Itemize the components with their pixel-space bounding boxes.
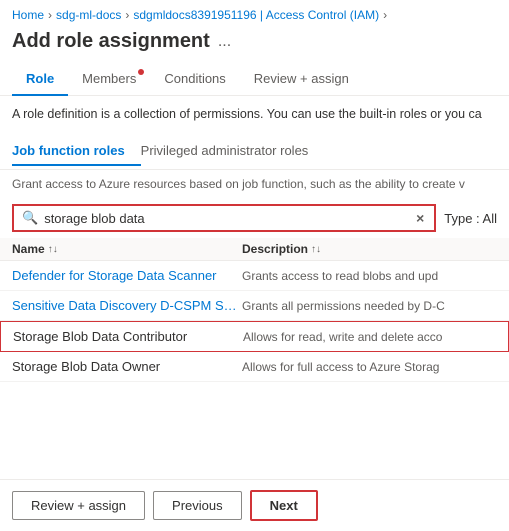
next-button[interactable]: Next bbox=[250, 490, 318, 521]
col-name-label: Name bbox=[12, 242, 45, 256]
roles-table: Name ↑↓ Description ↑↓ Defender for Stor… bbox=[0, 238, 509, 382]
breadcrumb: Home › sdg-ml-docs › sdgmldocs8391951196… bbox=[0, 0, 509, 26]
main-content: Home › sdg-ml-docs › sdgmldocs8391951196… bbox=[0, 0, 509, 531]
members-dot bbox=[138, 69, 144, 75]
breadcrumb-sep-3: › bbox=[383, 8, 387, 22]
grant-text: Grant access to Azure resources based on… bbox=[0, 170, 509, 199]
breadcrumb-iam[interactable]: sdgmldocs8391951196 | Access Control (IA… bbox=[133, 8, 379, 22]
type-filter[interactable]: Type : All bbox=[444, 211, 497, 226]
role-type-tab-privileged[interactable]: Privileged administrator roles bbox=[141, 137, 325, 166]
breadcrumb-sep-2: › bbox=[125, 8, 129, 22]
breadcrumb-sep-1: › bbox=[48, 8, 52, 22]
role-type-tab-job-label: Job function roles bbox=[12, 143, 125, 158]
table-row[interactable]: Sensitive Data Discovery D-CSPM Scanner … bbox=[0, 291, 509, 321]
page-title: Add role assignment bbox=[12, 30, 210, 53]
page-title-dots: ... bbox=[218, 33, 231, 51]
tab-role[interactable]: Role bbox=[12, 63, 68, 96]
col-desc-label: Description bbox=[242, 242, 308, 256]
role-type-tab-bar: Job function roles Privileged administra… bbox=[0, 131, 509, 170]
tab-conditions[interactable]: Conditions bbox=[150, 63, 239, 96]
role-type-tab-job-function[interactable]: Job function roles bbox=[12, 137, 141, 166]
footer: Review + assign Previous Next bbox=[0, 479, 509, 531]
tab-bar: Role Members Conditions Review + assign bbox=[0, 63, 509, 96]
row-desc-0: Grants access to read blobs and upd bbox=[242, 269, 497, 283]
row-desc-3: Allows for full access to Azure Storag bbox=[242, 360, 497, 374]
table-row[interactable]: Defender for Storage Data Scanner Grants… bbox=[0, 261, 509, 291]
tab-members[interactable]: Members bbox=[68, 63, 150, 96]
desc-sort-icon[interactable]: ↑↓ bbox=[311, 244, 321, 255]
row-name-0[interactable]: Defender for Storage Data Scanner bbox=[12, 268, 242, 283]
tab-members-label: Members bbox=[82, 71, 136, 86]
breadcrumb-home[interactable]: Home bbox=[12, 8, 44, 22]
tab-review-assign[interactable]: Review + assign bbox=[240, 63, 363, 96]
role-type-tab-privileged-label: Privileged administrator roles bbox=[141, 143, 309, 158]
type-filter-label: Type : All bbox=[444, 211, 497, 226]
tab-role-label: Role bbox=[26, 71, 54, 86]
name-sort-icon[interactable]: ↑↓ bbox=[48, 244, 58, 255]
search-icon: 🔍 bbox=[22, 210, 38, 226]
table-row[interactable]: Storage Blob Data Owner Allows for full … bbox=[0, 352, 509, 382]
col-header-description: Description ↑↓ bbox=[242, 242, 497, 256]
tab-conditions-label: Conditions bbox=[164, 71, 225, 86]
search-row: 🔍 × Type : All bbox=[0, 198, 509, 238]
row-name-3[interactable]: Storage Blob Data Owner bbox=[12, 359, 242, 374]
review-assign-button[interactable]: Review + assign bbox=[12, 491, 145, 520]
row-desc-2: Allows for read, write and delete acco bbox=[243, 330, 496, 344]
page-title-container: Add role assignment ... bbox=[0, 26, 509, 63]
clear-search-button[interactable]: × bbox=[414, 210, 426, 226]
role-description-text: A role definition is a collection of per… bbox=[12, 107, 482, 121]
col-header-name: Name ↑↓ bbox=[12, 242, 242, 256]
row-name-1[interactable]: Sensitive Data Discovery D-CSPM Scanner … bbox=[12, 298, 242, 313]
table-header: Name ↑↓ Description ↑↓ bbox=[0, 238, 509, 261]
search-box[interactable]: 🔍 × bbox=[12, 204, 436, 232]
tab-review-assign-label: Review + assign bbox=[254, 71, 349, 86]
breadcrumb-sdg-ml-docs[interactable]: sdg-ml-docs bbox=[56, 8, 121, 22]
grant-text-content: Grant access to Azure resources based on… bbox=[12, 177, 465, 191]
table-row-selected[interactable]: Storage Blob Data Contributor Allows for… bbox=[0, 321, 509, 352]
search-input[interactable] bbox=[44, 211, 408, 226]
row-desc-1: Grants all permissions needed by D-C bbox=[242, 299, 497, 313]
previous-button[interactable]: Previous bbox=[153, 491, 242, 520]
row-name-2[interactable]: Storage Blob Data Contributor bbox=[13, 329, 243, 344]
role-description: A role definition is a collection of per… bbox=[0, 96, 509, 131]
